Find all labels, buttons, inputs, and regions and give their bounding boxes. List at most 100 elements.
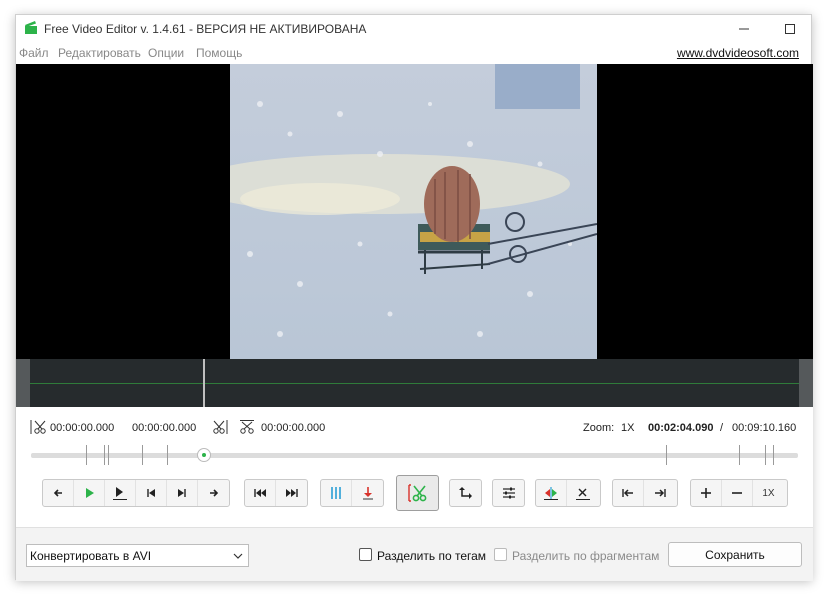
rotate-group	[449, 479, 482, 507]
cut-button-frame	[396, 475, 439, 511]
split-by-tags-label: Разделить по тегам	[377, 549, 487, 563]
time-separator: /	[720, 422, 724, 434]
delete-marker-button[interactable]	[567, 480, 598, 506]
zoom-group: 1X	[690, 479, 788, 507]
current-time: 00:02:04.090	[648, 422, 714, 434]
mark-end-scissors-icon[interactable]	[212, 419, 228, 435]
previous-keyframe-button[interactable]	[245, 480, 276, 506]
controls-area: 00:00:00.000 00:00:00.000 00:00:00.000 Z…	[16, 407, 813, 527]
menu-edit[interactable]: Редактировать	[58, 46, 141, 60]
next-keyframe-button[interactable]	[276, 480, 307, 506]
zoom-in-button[interactable]	[691, 480, 722, 506]
scissors-icon	[407, 484, 426, 502]
website-link[interactable]: www.dvdvideosoft.com	[677, 46, 799, 60]
app-logo-icon	[25, 21, 37, 34]
play-selection-button[interactable]	[105, 480, 136, 506]
slider-marker	[666, 445, 667, 465]
zoom-label: Zoom:	[583, 422, 615, 434]
slider-marker	[167, 445, 168, 465]
timeline-cursor[interactable]	[203, 359, 206, 407]
timeline-right-handle[interactable]	[799, 359, 813, 407]
split-arrows-icon	[544, 487, 558, 500]
timeline-left-handle[interactable]	[16, 359, 30, 407]
position-slider[interactable]	[31, 445, 798, 465]
step-back-button[interactable]	[43, 480, 74, 506]
chevron-down-icon	[233, 553, 243, 559]
adjust-button[interactable]	[493, 480, 524, 506]
arrow-left-icon	[53, 489, 62, 497]
rotate-button[interactable]	[450, 480, 481, 506]
bottom-bar: Конвертировать в AVI Разделить по тегам …	[16, 527, 813, 581]
settings-group	[492, 479, 525, 507]
skip-back-icon	[147, 489, 155, 497]
zoom-out-button[interactable]	[722, 480, 753, 506]
slider-marker	[773, 445, 774, 465]
keyframe-group	[244, 479, 308, 507]
video-frame	[230, 64, 597, 359]
jump-group	[612, 479, 678, 507]
slider-marker	[739, 445, 740, 465]
previous-frame-button[interactable]	[136, 480, 167, 506]
video-preview	[16, 64, 813, 359]
output-format-select[interactable]: Конвертировать в AVI	[26, 544, 249, 567]
slider-marker	[108, 445, 109, 465]
jump-end-icon	[654, 489, 666, 497]
selection-time: 00:00:00.000	[261, 422, 326, 434]
rotate-arrow-icon	[458, 487, 472, 499]
app-window: Free Video Editor v. 1.4.61 - ВЕРСИЯ НЕ …	[15, 14, 813, 581]
marker-group	[320, 479, 384, 507]
total-time: 00:09:10.160	[732, 422, 797, 434]
menu-help[interactable]: Помощь	[196, 46, 242, 60]
selection-scissors-icon	[240, 420, 254, 434]
split-by-fragments-checkbox[interactable]	[494, 548, 507, 561]
window-title: Free Video Editor v. 1.4.61 - ВЕРСИЯ НЕ …	[44, 22, 367, 36]
split-button[interactable]	[536, 480, 567, 506]
sliders-icon	[502, 487, 515, 499]
arrow-right-icon	[209, 489, 218, 497]
save-button[interactable]: Сохранить	[668, 542, 802, 567]
fast-forward-icon	[285, 489, 298, 497]
title-bar: Free Video Editor v. 1.4.61 - ВЕРСИЯ НЕ …	[16, 15, 811, 43]
jump-to-end-button[interactable]	[644, 480, 675, 506]
jump-start-icon	[622, 489, 633, 497]
split-by-fragments-label: Разделить по фрагментам	[512, 549, 660, 563]
next-frame-button[interactable]	[167, 480, 198, 506]
slider-thumb[interactable]	[196, 448, 211, 462]
end-time: 00:00:00.000	[132, 422, 197, 434]
menu-file[interactable]: Файл	[19, 46, 49, 60]
cut-button[interactable]	[397, 476, 438, 510]
plus-icon	[701, 488, 711, 498]
split-group	[535, 479, 601, 507]
slider-marker	[142, 445, 143, 465]
play-button[interactable]	[74, 480, 105, 506]
skip-forward-icon	[178, 489, 186, 497]
video-frame-image	[230, 64, 597, 359]
timeline-strip[interactable]	[16, 359, 813, 407]
slider-marker	[104, 445, 105, 465]
menu-options[interactable]: Опции	[148, 46, 184, 60]
split-by-tags-checkbox[interactable]	[359, 548, 372, 561]
slider-marker	[86, 445, 87, 465]
zoom-value: 1X	[621, 422, 635, 434]
marker-bars-icon	[331, 487, 341, 499]
output-format-value: Конвертировать в AVI	[30, 549, 152, 563]
menu-bar: Файл Редактировать Опции Помощь www.dvdv…	[16, 43, 811, 65]
step-forward-button[interactable]	[198, 480, 229, 506]
close-region	[767, 15, 813, 43]
audio-line	[30, 383, 799, 384]
rewind-icon	[254, 489, 266, 497]
mark-start-scissors-icon[interactable]	[30, 419, 46, 435]
zoom-reset-button[interactable]: 1X	[753, 480, 784, 506]
play-icon	[86, 488, 94, 498]
slider-marker	[765, 445, 766, 465]
set-markers-button[interactable]	[321, 480, 352, 506]
minus-icon	[732, 492, 742, 494]
minimize-placeholder	[721, 15, 767, 43]
play-selection-icon	[113, 487, 127, 500]
download-marker-button[interactable]	[352, 480, 383, 506]
navigation-group	[42, 479, 230, 507]
close-x-icon	[575, 488, 590, 500]
start-time: 00:00:00.000	[50, 422, 115, 434]
down-arrow-icon	[362, 487, 373, 500]
jump-to-start-button[interactable]	[613, 480, 644, 506]
